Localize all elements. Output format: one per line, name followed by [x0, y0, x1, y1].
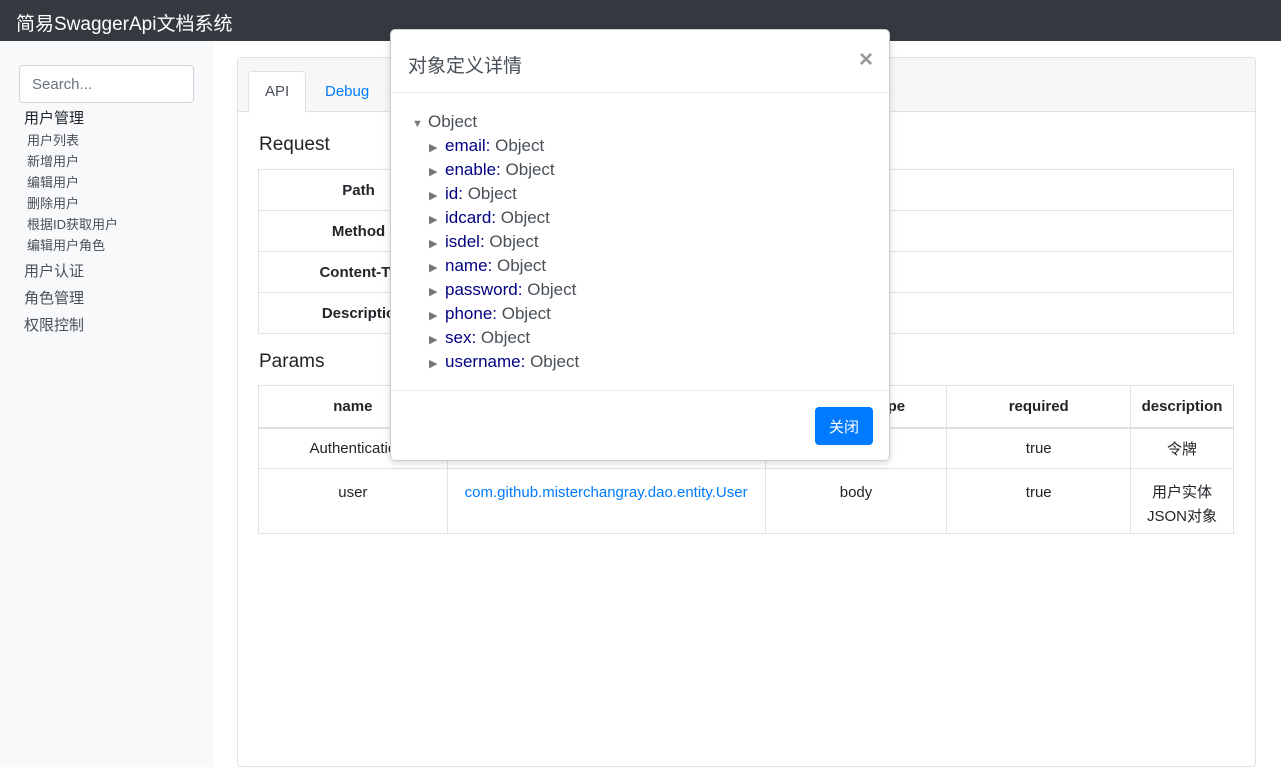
field-key: phone:: [445, 304, 497, 323]
tree-node[interactable]: ▶ isdel: Object: [412, 230, 579, 254]
object-definition-modal: 对象定义详情 × ▼ Object ▶ email: Object ▶ enable:…: [390, 29, 890, 461]
sidebar-menu: 用户管理 用户列表 新增用户 编辑用户 删除用户 根据ID获取用户 编辑用户角色…: [24, 108, 209, 339]
caret-right-icon[interactable]: ▶: [429, 160, 445, 184]
caret-right-icon[interactable]: ▶: [429, 208, 445, 232]
field-key: password:: [445, 280, 523, 299]
tree-node[interactable]: ▶ enable: Object: [412, 158, 579, 182]
modal-body: ▼ Object ▶ email: Object ▶ enable: Object ▶…: [391, 94, 889, 390]
field-type: Object: [530, 352, 580, 371]
tree-node[interactable]: ▶ username: Object: [412, 350, 579, 374]
sidebar-item-edit-user[interactable]: 编辑用户: [27, 172, 209, 193]
tree-node[interactable]: ▶ idcard: Object: [412, 206, 579, 230]
field-type: Object: [500, 208, 550, 227]
param-description: 用户实体JSON对象: [1130, 468, 1234, 534]
field-key: email:: [445, 136, 491, 155]
caret-right-icon[interactable]: ▶: [429, 232, 445, 256]
column-header-required: required: [946, 385, 1131, 429]
field-key: idcard:: [445, 208, 497, 227]
sidebar-item-add-user[interactable]: 新增用户: [27, 151, 209, 172]
request-section-title: Request: [259, 134, 330, 155]
field-key: enable:: [445, 160, 501, 179]
tree-node[interactable]: ▶ password: Object: [412, 278, 579, 302]
param-required: true: [946, 427, 1131, 469]
param-description: 令牌: [1130, 427, 1234, 469]
modal-header: 对象定义详情 ×: [391, 30, 889, 93]
sidebar-item-edit-user-role[interactable]: 编辑用户角色: [27, 235, 209, 256]
field-type: Object: [501, 304, 551, 323]
param-schema: com.github.misterchangray.dao.entity.Use…: [446, 468, 766, 534]
tree-root-node[interactable]: ▼ Object: [412, 110, 579, 134]
sidebar-item-get-user-by-id[interactable]: 根据ID获取用户: [27, 214, 209, 235]
tree-node[interactable]: ▶ id: Object: [412, 182, 579, 206]
sidebar-group-permission-control[interactable]: 权限控制: [24, 312, 209, 339]
tree-node[interactable]: ▶ sex: Object: [412, 326, 579, 350]
sidebar-group-role-management[interactable]: 角色管理: [24, 285, 209, 312]
caret-right-icon[interactable]: ▶: [429, 280, 445, 304]
field-key: sex:: [445, 328, 477, 347]
close-icon[interactable]: ×: [859, 46, 873, 74]
tree-root-label: Object: [428, 112, 478, 131]
close-modal-button[interactable]: 关闭: [815, 407, 873, 445]
tree-node[interactable]: ▶ email: Object: [412, 134, 579, 158]
param-in: body: [764, 468, 948, 534]
sidebar-group-user-management[interactable]: 用户管理: [24, 108, 209, 130]
caret-right-icon[interactable]: ▶: [429, 352, 445, 376]
field-type: Object: [527, 280, 577, 299]
field-type: Object: [495, 136, 545, 155]
sidebar-submenu: 用户列表 新增用户 编辑用户 删除用户 根据ID获取用户 编辑用户角色: [24, 130, 209, 256]
caret-right-icon[interactable]: ▶: [429, 304, 445, 328]
caret-down-icon[interactable]: ▼: [412, 112, 428, 136]
params-section-title: Params: [259, 351, 325, 372]
table-row: user com.github.misterchangray.dao.entit…: [258, 468, 1234, 534]
field-type: Object: [505, 160, 555, 179]
tree-node[interactable]: ▶ name: Object: [412, 254, 579, 278]
object-tree: ▼ Object ▶ email: Object ▶ enable: Object ▶…: [412, 110, 579, 374]
modal-footer: 关闭: [391, 390, 889, 461]
caret-right-icon[interactable]: ▶: [429, 256, 445, 280]
schema-link-user[interactable]: com.github.misterchangray.dao.entity.Use…: [465, 484, 748, 501]
sidebar-item-delete-user[interactable]: 删除用户: [27, 193, 209, 214]
tab-debug[interactable]: Debug: [308, 71, 386, 113]
search-input[interactable]: [19, 65, 194, 103]
field-key: name:: [445, 256, 493, 275]
field-key: isdel:: [445, 232, 485, 251]
sidebar-group-user-auth[interactable]: 用户认证: [24, 258, 209, 285]
caret-right-icon[interactable]: ▶: [429, 328, 445, 352]
param-name: user: [258, 468, 448, 534]
caret-right-icon[interactable]: ▶: [429, 184, 445, 208]
field-key: id:: [445, 184, 463, 203]
caret-right-icon[interactable]: ▶: [429, 136, 445, 160]
field-type: Object: [489, 232, 539, 251]
sidebar-item-user-list[interactable]: 用户列表: [27, 130, 209, 151]
field-key: username:: [445, 352, 526, 371]
param-required: true: [946, 468, 1131, 534]
field-type: Object: [467, 184, 517, 203]
tree-node[interactable]: ▶ phone: Object: [412, 302, 579, 326]
modal-title: 对象定义详情: [408, 56, 523, 77]
tab-api[interactable]: API: [248, 71, 307, 113]
app-title[interactable]: 简易SwaggerApi文档系统: [16, 9, 232, 36]
field-type: Object: [480, 328, 531, 347]
column-header-description: description: [1130, 385, 1234, 429]
field-type: Object: [496, 256, 547, 275]
sidebar: 用户管理 用户列表 新增用户 编辑用户 删除用户 根据ID获取用户 编辑用户角色…: [0, 41, 213, 767]
